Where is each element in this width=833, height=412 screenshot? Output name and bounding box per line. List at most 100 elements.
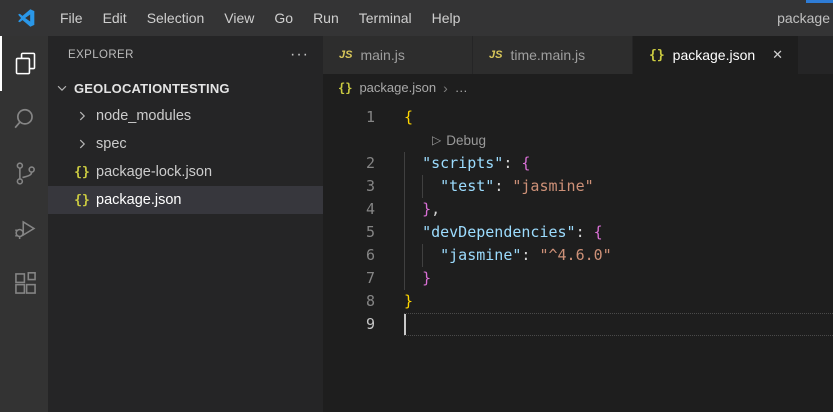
- code-text[interactable]: },: [404, 198, 833, 221]
- menu-help[interactable]: Help: [422, 0, 471, 36]
- activity-source-control-icon[interactable]: [0, 146, 48, 201]
- code-line[interactable]: 2 "scripts": {: [323, 152, 833, 175]
- json-file-icon: {}: [74, 164, 90, 180]
- code-token: {: [404, 108, 414, 126]
- code-token: :: [521, 246, 540, 264]
- code-token: }: [422, 200, 432, 218]
- activity-extensions-icon[interactable]: [0, 256, 48, 311]
- breadcrumb-separator-icon: ›: [443, 79, 448, 96]
- activity-files-icon[interactable]: [0, 36, 48, 91]
- code-line[interactable]: 9: [323, 313, 833, 336]
- code-editor[interactable]: 1{▷ Debug 2 "scripts": {3 "test": "jasmine…: [323, 101, 833, 412]
- tree-root-folder[interactable]: GEOLOCATIONTESTING: [48, 74, 323, 102]
- code-token: :: [575, 223, 594, 241]
- code-text[interactable]: [404, 313, 833, 336]
- tab-main.js[interactable]: JS main.js: [323, 36, 473, 74]
- code-text[interactable]: {: [404, 106, 833, 129]
- tree-item-package-lock.json[interactable]: {} package-lock.json: [48, 158, 323, 186]
- code-line[interactable]: 7 }: [323, 267, 833, 290]
- gutter-spacer: [375, 290, 404, 313]
- file-tree: GEOLOCATIONTESTING node_modulesspec {} pac…: [48, 74, 323, 214]
- code-text[interactable]: "scripts": {: [404, 152, 833, 175]
- activity-run-debug-icon[interactable]: [0, 201, 48, 256]
- code-text[interactable]: "devDependencies": {: [404, 221, 833, 244]
- code-text[interactable]: }: [404, 290, 833, 313]
- code-line[interactable]: 1{: [323, 106, 833, 129]
- indent-guide: [422, 175, 423, 198]
- vscode-window: File Edit Selection View Go Run Terminal Help p…: [0, 0, 833, 412]
- code-line[interactable]: 4 },: [323, 198, 833, 221]
- menu-selection[interactable]: Selection: [137, 0, 215, 36]
- line-number: 1: [365, 108, 375, 126]
- code-line[interactable]: 8}: [323, 290, 833, 313]
- code-token: ,: [431, 200, 441, 218]
- code-line[interactable]: 5 "devDependencies": {: [323, 221, 833, 244]
- file-label: package.json: [96, 192, 182, 208]
- json-file-icon: {}: [74, 192, 90, 208]
- close-icon[interactable]: ✕: [769, 46, 786, 64]
- breadcrumb-file[interactable]: package.json: [359, 80, 436, 95]
- menu-terminal[interactable]: Terminal: [349, 0, 422, 36]
- sidebar-header: EXPLORER ···: [48, 36, 323, 74]
- code-token: "jasmine": [512, 177, 594, 195]
- breadcrumb-more[interactable]: …: [455, 80, 468, 95]
- chevron-right-icon: [74, 136, 90, 152]
- code-text[interactable]: }: [404, 267, 833, 290]
- line-number: 8: [365, 292, 375, 310]
- tab-time.main.js[interactable]: JS time.main.js: [473, 36, 633, 74]
- code-token: "^4.6.0": [539, 246, 612, 264]
- file-label: package-lock.json: [96, 164, 213, 180]
- menu-run[interactable]: Run: [303, 0, 349, 36]
- codelens-row: ▷ Debug: [323, 129, 833, 152]
- line-number: 6: [365, 246, 375, 264]
- code-token: }: [404, 292, 414, 310]
- indent-guide: [404, 152, 405, 290]
- window-title: package: [777, 10, 830, 26]
- tree-item-node_modules[interactable]: node_modules: [48, 102, 323, 130]
- gutter-spacer: [375, 175, 404, 198]
- activity-search-icon[interactable]: [0, 91, 48, 146]
- debug-play-icon: ▷: [432, 133, 442, 147]
- tab-label: time.main.js: [510, 47, 586, 63]
- code-token: "jasmine": [440, 246, 522, 264]
- menu-go[interactable]: Go: [264, 0, 303, 36]
- line-number: 3: [365, 177, 375, 195]
- code-token: :: [494, 177, 513, 195]
- code-line[interactable]: 6 "jasmine": "^4.6.0": [323, 244, 833, 267]
- menu-edit[interactable]: Edit: [93, 0, 137, 36]
- code-text[interactable]: "jasmine": "^4.6.0": [404, 244, 833, 267]
- code-token: {: [521, 154, 531, 172]
- file-label: node_modules: [96, 108, 192, 124]
- code-token: :: [503, 154, 522, 172]
- gutter-spacer: [375, 313, 404, 336]
- codelens[interactable]: ▷ Debug: [404, 129, 833, 152]
- tree-item-spec[interactable]: spec: [48, 130, 323, 158]
- line-number: 9: [365, 315, 375, 333]
- js-file-icon: JS: [489, 49, 503, 61]
- chevron-down-icon: [54, 80, 70, 96]
- json-file-icon: {}: [649, 47, 665, 63]
- codelens-label[interactable]: Debug: [446, 129, 486, 152]
- menu-file[interactable]: File: [50, 0, 93, 36]
- more-actions-icon[interactable]: ···: [290, 47, 309, 63]
- line-number: 4: [365, 200, 375, 218]
- line-number: [323, 129, 375, 152]
- code-text[interactable]: "test": "jasmine": [404, 175, 833, 198]
- code-token: }: [422, 269, 432, 287]
- tree-item-package.json[interactable]: {} package.json: [48, 186, 323, 214]
- menu-view[interactable]: View: [214, 0, 264, 36]
- line-number: 2: [365, 154, 375, 172]
- code-token: "test": [440, 177, 495, 195]
- gutter-spacer: [375, 106, 404, 129]
- gutter-spacer: [375, 198, 404, 221]
- explorer-sidebar: EXPLORER ··· GEOLOCATIONTESTING node_mod…: [48, 36, 323, 412]
- js-file-icon: JS: [339, 49, 353, 61]
- indent-guide: [422, 244, 423, 267]
- titlebar: File Edit Selection View Go Run Terminal Help p…: [0, 0, 833, 36]
- sidebar-title: EXPLORER: [68, 49, 134, 61]
- code-line[interactable]: 3 "test": "jasmine": [323, 175, 833, 198]
- gutter-spacer: [375, 129, 404, 152]
- tab-package.json[interactable]: {} package.json ✕: [633, 36, 800, 74]
